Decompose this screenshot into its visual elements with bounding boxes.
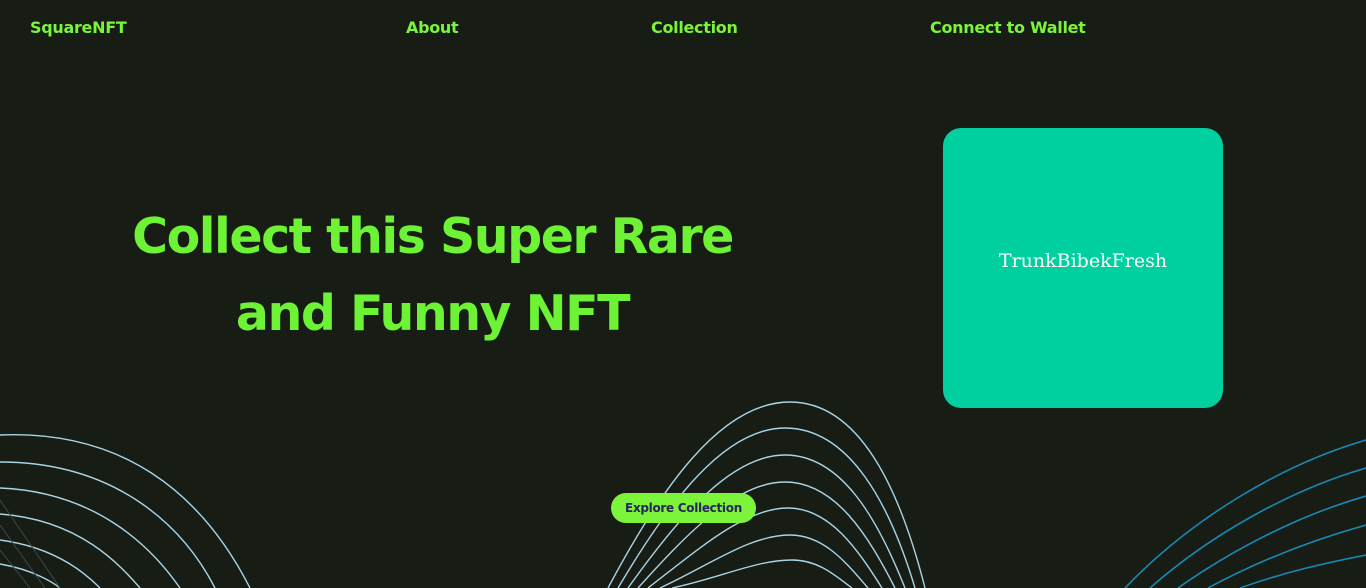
hero-title: Collect this Super Rare and Funny NFT [110,198,755,352]
nav-connect-wallet-link[interactable]: Connect to Wallet [930,18,1086,37]
landing-page: SquareNFT About Collection Connect to Wa… [0,0,1366,588]
hero-title-line1: Collect this Super Rare [132,208,734,265]
explore-collection-button[interactable]: Explore Collection [611,493,756,523]
right-wave-group [1124,439,1366,588]
site-logo[interactable]: SquareNFT [30,18,127,37]
left-dark-lines [0,499,61,588]
left-wave-group [0,434,251,588]
nav-collection-link[interactable]: Collection [651,18,738,37]
nft-card-label: TrunkBibekFresh [998,250,1168,272]
nav-about-link[interactable]: About [406,18,459,37]
nft-card[interactable]: TrunkBibekFresh [943,128,1223,408]
logo-text-square: Square [30,18,93,37]
hero-title-line2: and Funny NFT [235,285,631,342]
logo-text-nft: NFT [92,18,127,37]
